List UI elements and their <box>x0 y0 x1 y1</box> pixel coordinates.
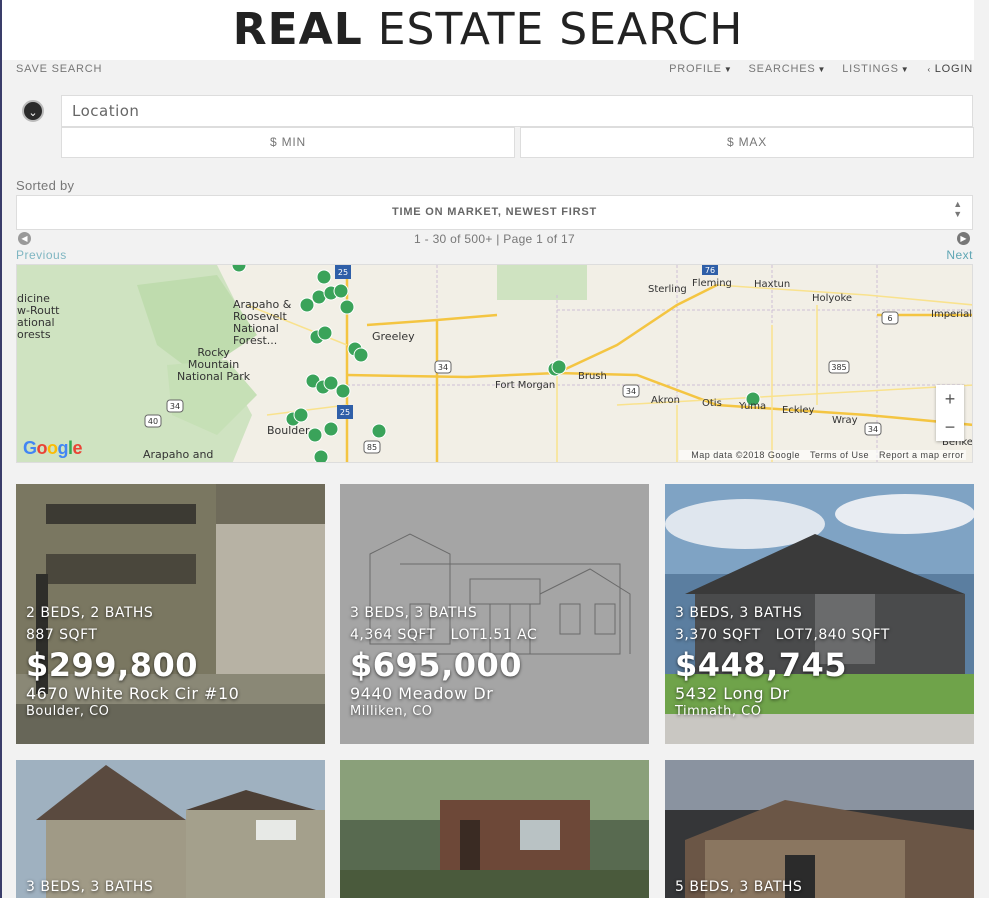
listing-card[interactable]: 2 BEDS, 2 BATHS 887 SQFT $299,800 4670 W… <box>16 484 325 744</box>
site-header: REAL ESTATE SEARCH <box>2 0 974 60</box>
map-footer: Map data ©2018 Google Terms of Use Report … <box>679 450 966 460</box>
sorted-by-label: Sorted by <box>16 178 75 193</box>
listing-address: 9440 Meadow Dr <box>350 684 494 703</box>
listing-city: Timnath, CO <box>675 704 762 719</box>
listing-city: Milliken, CO <box>350 704 433 719</box>
map-label: Greeley <box>372 330 415 343</box>
map-label: Fort Morgan <box>495 380 556 391</box>
listings-menu[interactable]: LISTINGS ▼ <box>842 63 909 75</box>
google-logo: Google <box>23 438 83 458</box>
beds-baths: 3 BEDS, 3 BATHS <box>350 605 478 621</box>
beds-baths: 3 BEDS, 3 BATHS <box>26 879 154 895</box>
report-error-link[interactable]: Report a map error <box>879 450 964 460</box>
map-label: Holyoke <box>812 293 853 304</box>
searches-menu[interactable]: SEARCHES ▼ <box>749 63 827 75</box>
sort-select[interactable]: TIME ON MARKET, NEWEST FIRST ▲ ▼ <box>16 195 973 230</box>
beds-baths: 3 BEDS, 3 BATHS <box>675 605 803 621</box>
listing-card[interactable]: 3 BEDS, 3 BATHS <box>16 760 325 898</box>
svg-text:25: 25 <box>340 408 350 417</box>
location-input[interactable]: Location <box>61 95 973 127</box>
map-data-text: Map data ©2018 Google <box>691 450 800 460</box>
listing-info: 5 BEDS, 3 BATHS <box>675 876 802 898</box>
listing-info: 3 BEDS, 3 BATHS <box>26 876 153 898</box>
previous-link[interactable]: Previous <box>16 248 67 262</box>
svg-text:34: 34 <box>868 425 878 434</box>
listing-card[interactable] <box>340 760 649 898</box>
sqft: 3,370 SQFT LOT7,840 SQFT <box>675 627 890 643</box>
listing-address: 5432 Long Dr <box>675 684 790 703</box>
sqft: 4,364 SQFT LOT1.51 AC <box>350 627 538 643</box>
top-nav: SAVE SEARCH PROFILE ▼ SEARCHES ▼ LISTINGS ▼… <box>16 63 973 77</box>
page-title: REAL ESTATE SEARCH <box>232 4 744 55</box>
listing-price: $695,000 <box>350 646 523 684</box>
max-price-input[interactable]: $ MAX <box>520 127 974 158</box>
listing-info: 3 BEDS, 3 BATHS 4,364 SQFT LOT1.51 AC $6… <box>350 602 537 720</box>
zoom-out-button[interactable]: − <box>936 413 964 441</box>
min-price-input[interactable]: $ MIN <box>61 127 515 158</box>
svg-text:34: 34 <box>438 363 448 372</box>
next-link[interactable]: Next <box>946 248 973 262</box>
listing-address: 4670 White Rock Cir #10 <box>26 684 240 703</box>
map-label: Arapaho and <box>143 448 214 461</box>
listings-map[interactable]: 25 76 34 34 34 34 385 6 40 25 85 Arapaho… <box>16 264 973 463</box>
listing-card[interactable]: 3 BEDS, 3 BATHS 3,370 SQFT LOT7,840 SQFT… <box>665 484 974 744</box>
svg-text:40: 40 <box>148 417 158 426</box>
save-search-link[interactable]: SAVE SEARCH <box>16 63 102 75</box>
svg-text:34: 34 <box>170 402 180 411</box>
map-label: Imperial <box>931 309 972 320</box>
caret-down-icon: ▼ <box>817 65 827 74</box>
map-label: Boulder <box>267 424 310 437</box>
listing-card[interactable]: 3 BEDS, 3 BATHS 4,364 SQFT LOT1.51 AC $6… <box>340 484 649 744</box>
caret-down-icon: ▼ <box>723 65 733 74</box>
listing-photo <box>340 760 649 898</box>
listing-card[interactable]: 5 BEDS, 3 BATHS <box>665 760 974 898</box>
listing-price: $299,800 <box>26 646 199 684</box>
listing-price: $448,745 <box>675 646 848 684</box>
map-label: Fleming <box>692 278 732 289</box>
svg-text:76: 76 <box>705 266 715 275</box>
map-label: Eckley <box>782 405 815 416</box>
map-label: Arapaho & Roosevelt National Forest... <box>233 298 292 347</box>
svg-text:34: 34 <box>626 387 636 396</box>
expand-filters-button[interactable]: ⌄ <box>22 100 44 122</box>
map-label: Wray <box>832 415 858 426</box>
zoom-in-button[interactable]: + <box>936 385 964 413</box>
listing-info: 3 BEDS, 3 BATHS 3,370 SQFT LOT7,840 SQFT… <box>675 602 890 720</box>
svg-text:6: 6 <box>887 314 892 323</box>
map-label: Brush <box>578 371 607 382</box>
terms-link[interactable]: Terms of Use <box>810 450 869 460</box>
pagination-summary: 1 - 30 of 500+ | Page 1 of 17 <box>414 232 575 246</box>
map-label: Rocky Mountain National Park <box>177 346 251 383</box>
login-link[interactable]: ‹ LOGIN <box>925 63 973 75</box>
map-label: Haxtun <box>754 279 791 290</box>
sqft: 887 SQFT <box>26 627 98 643</box>
chevron-down-icon: ⌄ <box>28 107 38 119</box>
next-page-icon[interactable]: ▶ <box>957 232 970 245</box>
chevron-left-icon: ‹ <box>927 65 931 74</box>
listing-info: 2 BEDS, 2 BATHS 887 SQFT $299,800 4670 W… <box>26 602 239 720</box>
beds-baths: 2 BEDS, 2 BATHS <box>26 605 154 621</box>
map-label: Yuma <box>739 401 767 412</box>
svg-text:85: 85 <box>367 443 377 452</box>
svg-text:25: 25 <box>338 268 348 277</box>
listing-city: Boulder, CO <box>26 704 110 719</box>
caret-down-icon: ▼ <box>900 65 910 74</box>
page-edge <box>0 0 2 898</box>
svg-text:385: 385 <box>831 363 846 372</box>
map-label: Otis <box>702 398 722 409</box>
map-label: dicine w-Routt ational orests <box>17 292 60 341</box>
map-zoom-control: + − <box>936 385 964 441</box>
beds-baths: 5 BEDS, 3 BATHS <box>675 879 803 895</box>
map-label: Sterling <box>648 284 687 295</box>
map-label: Akron <box>651 395 680 406</box>
profile-menu[interactable]: PROFILE ▼ <box>669 63 732 75</box>
sort-arrows-icon: ▲ ▼ <box>953 199 963 219</box>
